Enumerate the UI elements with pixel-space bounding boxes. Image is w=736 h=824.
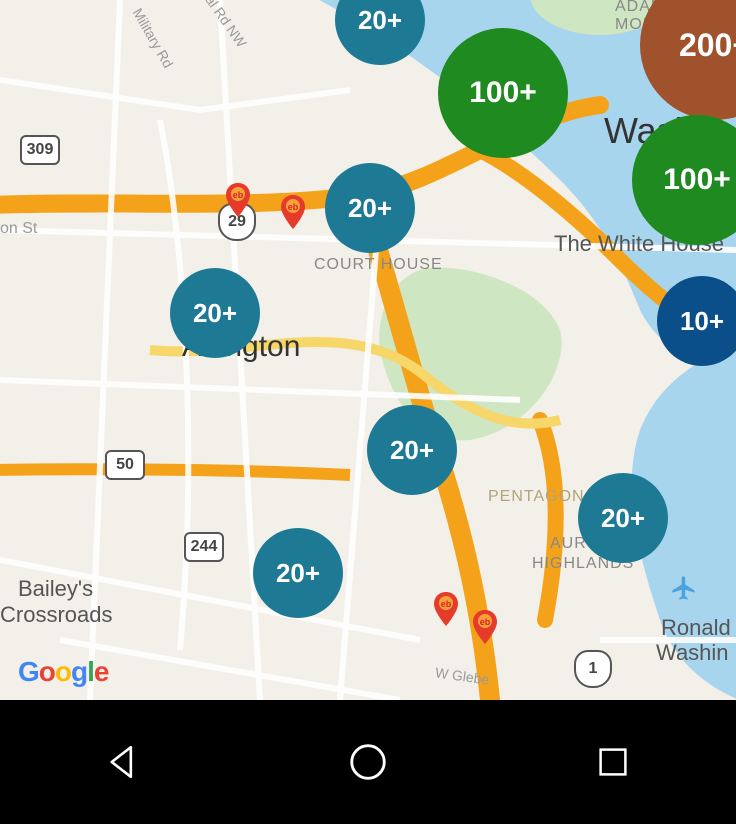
road-label-on-st: on St — [0, 220, 37, 238]
poi-label-washin: Washin — [656, 640, 729, 666]
cluster-marker[interactable]: 20+ — [170, 268, 260, 358]
cluster-marker[interactable]: 100+ — [438, 28, 568, 158]
route-shield-244: 244 — [184, 532, 224, 562]
airplane-icon — [670, 574, 698, 602]
poi-label-ronald: Ronald — [661, 615, 731, 641]
svg-text:eb: eb — [441, 599, 452, 609]
cluster-marker[interactable]: 20+ — [578, 473, 668, 563]
route-shield-50: 50 — [105, 450, 145, 480]
svg-text:eb: eb — [288, 202, 299, 212]
map-pin[interactable]: eb — [280, 195, 306, 229]
cluster-marker[interactable]: 20+ — [325, 163, 415, 253]
route-shield-309: 309 — [20, 135, 60, 165]
android-navbar — [0, 700, 736, 824]
cluster-marker[interactable]: 20+ — [367, 405, 457, 495]
cluster-marker[interactable]: 20+ — [253, 528, 343, 618]
city-label-baileys-2: Crossroads — [0, 602, 112, 628]
map-pin[interactable]: eb — [472, 610, 498, 644]
home-button[interactable] — [345, 739, 391, 785]
svg-text:eb: eb — [480, 617, 491, 627]
map-pin[interactable]: eb — [225, 183, 251, 217]
route-shield-1: 1 — [574, 650, 612, 688]
svg-text:eb: eb — [233, 190, 244, 200]
basemap — [0, 0, 736, 700]
back-button[interactable] — [100, 739, 146, 785]
google-attribution: Google — [18, 656, 108, 688]
map-pin[interactable]: eb — [433, 592, 459, 626]
map[interactable]: Arlington The White House COURT HOUSE PE… — [0, 0, 736, 700]
recent-apps-button[interactable] — [590, 739, 636, 785]
district-label-pentagon: PENTAGON — [488, 488, 585, 506]
viewport: Arlington The White House COURT HOUSE PE… — [0, 0, 736, 824]
district-label-court-house: COURT HOUSE — [314, 256, 443, 274]
city-label-baileys-1: Bailey's — [18, 576, 93, 602]
